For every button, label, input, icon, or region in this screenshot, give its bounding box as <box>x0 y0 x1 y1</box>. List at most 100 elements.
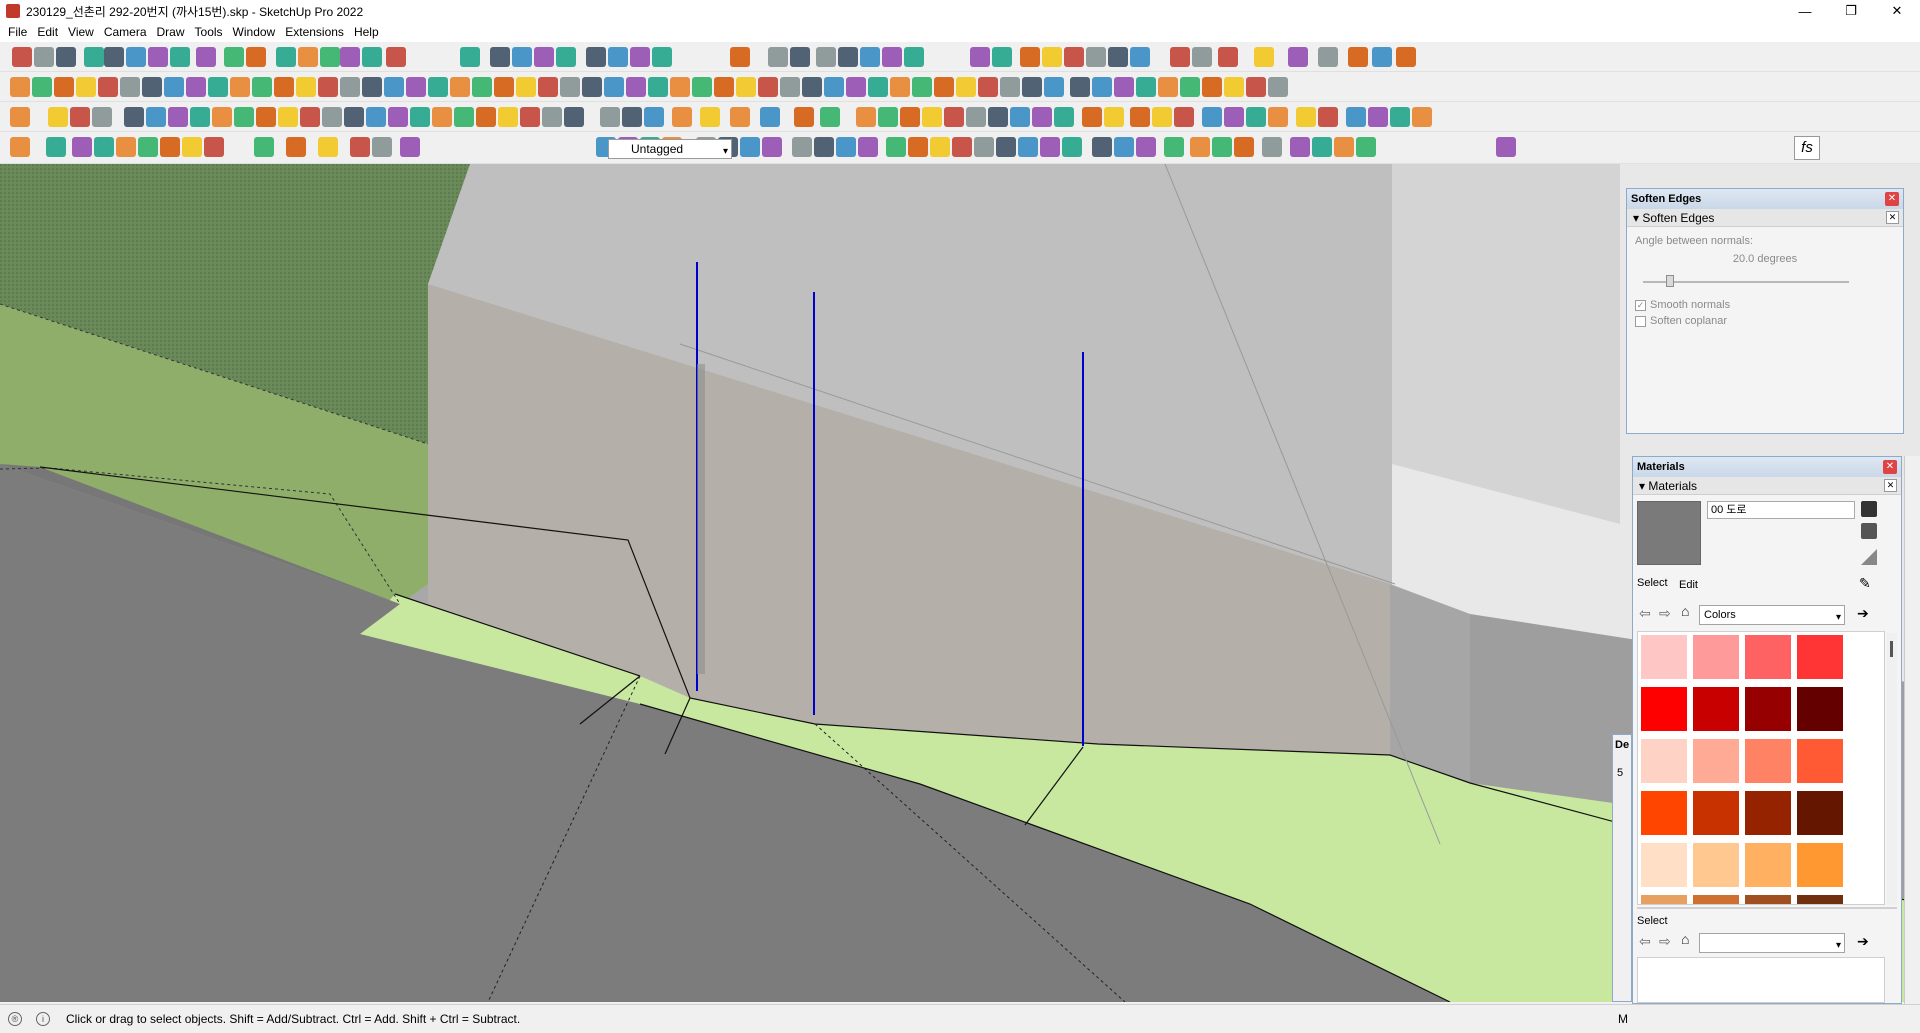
toolbar-tool-icon[interactable] <box>1372 47 1392 67</box>
toolbar-tool-icon[interactable] <box>1202 107 1222 127</box>
toolbar-tool-icon[interactable] <box>276 47 296 67</box>
toolbar-tool-icon[interactable] <box>644 107 664 127</box>
toolbar-tool-icon[interactable] <box>186 77 206 97</box>
toolbar-tool-icon[interactable] <box>476 107 496 127</box>
menu-camera[interactable]: Camera <box>99 25 152 39</box>
toolbar-tool-icon[interactable] <box>48 107 68 127</box>
color-swatch[interactable] <box>1692 634 1740 680</box>
toolbar-tool-icon[interactable] <box>182 137 202 157</box>
soften-coplanar-checkbox[interactable] <box>1635 315 1646 327</box>
toolbar-tool-icon[interactable] <box>208 77 228 97</box>
color-swatch[interactable] <box>1640 842 1688 888</box>
close-icon[interactable]: ✕ <box>1885 192 1899 206</box>
toolbar-tool-icon[interactable] <box>340 77 360 97</box>
menu-view[interactable]: View <box>63 25 99 39</box>
close-section-icon[interactable]: ✕ <box>1884 479 1897 492</box>
toolbar-tool-icon[interactable] <box>386 47 406 67</box>
toolbar-tool-icon[interactable] <box>350 137 370 157</box>
toolbar-tool-icon[interactable] <box>1040 137 1060 157</box>
toolbar-tool-icon[interactable] <box>900 107 920 127</box>
menu-file[interactable]: File <box>3 25 32 39</box>
toolbar-tool-icon[interactable] <box>1318 47 1338 67</box>
toolbar-tool-icon[interactable] <box>1070 77 1090 97</box>
toolbar-tool-icon[interactable] <box>824 77 844 97</box>
toolbar-tool-icon[interactable] <box>54 77 74 97</box>
close-section-icon[interactable]: ✕ <box>1886 211 1899 224</box>
toolbar-tool-icon[interactable] <box>838 47 858 67</box>
home-icon[interactable]: ⌂ <box>1681 931 1689 947</box>
color-swatch[interactable] <box>1744 790 1792 836</box>
swatch-scrollbar[interactable] <box>1887 633 1897 905</box>
library-dropdown[interactable]: Colors ▾ <box>1699 605 1845 625</box>
toolbar-tool-icon[interactable] <box>542 107 562 127</box>
toolbar-tool-icon[interactable] <box>1158 77 1178 97</box>
toolbar-tool-icon[interactable] <box>46 137 66 157</box>
toolbar-tool-icon[interactable] <box>1288 47 1308 67</box>
toolbar-tool-icon[interactable] <box>204 137 224 157</box>
details-arrow-icon[interactable]: ➔ <box>1857 933 1869 950</box>
toolbar-tool-icon[interactable] <box>1318 107 1338 127</box>
toolbar-tool-icon[interactable] <box>626 77 646 97</box>
toolbar-tool-icon[interactable] <box>1312 137 1332 157</box>
color-swatch[interactable] <box>1640 738 1688 784</box>
toolbar-tool-icon[interactable] <box>472 77 492 97</box>
toolbar-tool-icon[interactable] <box>582 77 602 97</box>
menu-edit[interactable]: Edit <box>32 25 63 39</box>
menu-tools[interactable]: Tools <box>190 25 228 39</box>
toolbar-tool-icon[interactable] <box>1010 107 1030 127</box>
toolbar-tool-icon[interactable] <box>142 77 162 97</box>
create-material-icon[interactable] <box>1861 523 1877 539</box>
toolbar-tool-icon[interactable] <box>586 47 606 67</box>
toolbar-tool-icon[interactable] <box>164 77 184 97</box>
toolbar-tool-icon[interactable] <box>868 77 888 97</box>
minimize-button[interactable]: — <box>1782 0 1828 22</box>
color-swatch[interactable] <box>1692 686 1740 732</box>
toolbar-tool-icon[interactable] <box>792 137 812 157</box>
toolbar-tool-icon[interactable] <box>538 77 558 97</box>
toolbar-tool-icon[interactable] <box>1268 107 1288 127</box>
menu-extensions[interactable]: Extensions <box>280 25 349 39</box>
toolbar-tool-icon[interactable] <box>104 47 124 67</box>
toolbar-tool-icon[interactable] <box>254 137 274 157</box>
color-swatch[interactable] <box>1796 894 1844 904</box>
color-swatch[interactable] <box>1744 686 1792 732</box>
toolbar-tool-icon[interactable] <box>1104 107 1124 127</box>
toolbar-tool-icon[interactable] <box>978 77 998 97</box>
toolbar-tool-icon[interactable] <box>1190 137 1210 157</box>
forward-arrow-icon[interactable]: ⇨ <box>1659 933 1671 950</box>
color-swatch[interactable] <box>1796 842 1844 888</box>
toolbar-tool-icon[interactable] <box>762 137 782 157</box>
toolbar-tool-icon[interactable] <box>1224 77 1244 97</box>
menu-draw[interactable]: Draw <box>152 25 190 39</box>
tag-dropdown[interactable]: Untagged ▾ <box>608 139 732 159</box>
toolbar-tool-icon[interactable] <box>490 47 510 67</box>
toolbar-tool-icon[interactable] <box>1346 107 1366 127</box>
color-swatch[interactable] <box>1796 738 1844 784</box>
color-swatch[interactable] <box>1640 894 1688 904</box>
tab-edit[interactable]: Edit <box>1679 579 1698 591</box>
toolbar-tool-icon[interactable] <box>790 47 810 67</box>
toolbar-tool-icon[interactable] <box>278 107 298 127</box>
tab-select[interactable]: Select <box>1637 577 1668 589</box>
toolbar-tool-icon[interactable] <box>372 137 392 157</box>
toolbar-tool-icon[interactable] <box>1114 77 1134 97</box>
material-name-field[interactable]: 00 도로 <box>1707 501 1855 519</box>
toolbar-tool-icon[interactable] <box>730 47 750 67</box>
color-swatch[interactable] <box>1692 738 1740 784</box>
toolbar-tool-icon[interactable] <box>92 107 112 127</box>
toolbar-tool-icon[interactable] <box>714 77 734 97</box>
soften-edges-section[interactable]: ▾ Soften Edges ✕ <box>1627 209 1903 227</box>
toolbar-tool-icon[interactable] <box>970 47 990 67</box>
toolbar-tool-icon[interactable] <box>98 77 118 97</box>
toolbar-tool-icon[interactable] <box>10 77 30 97</box>
toolbar-tool-icon[interactable] <box>1044 77 1064 97</box>
lower-library-dropdown[interactable]: ▾ <box>1699 933 1845 953</box>
toolbar-tool-icon[interactable] <box>1130 107 1150 127</box>
toolbar-tool-icon[interactable] <box>1174 107 1194 127</box>
toolbar-tool-icon[interactable] <box>944 107 964 127</box>
toolbar-tool-icon[interactable] <box>1496 137 1516 157</box>
toolbar-tool-icon[interactable] <box>384 77 404 97</box>
toolbar-tool-icon[interactable] <box>1164 137 1184 157</box>
toolbar-tool-icon[interactable] <box>1334 137 1354 157</box>
toolbar-tool-icon[interactable] <box>10 137 30 157</box>
